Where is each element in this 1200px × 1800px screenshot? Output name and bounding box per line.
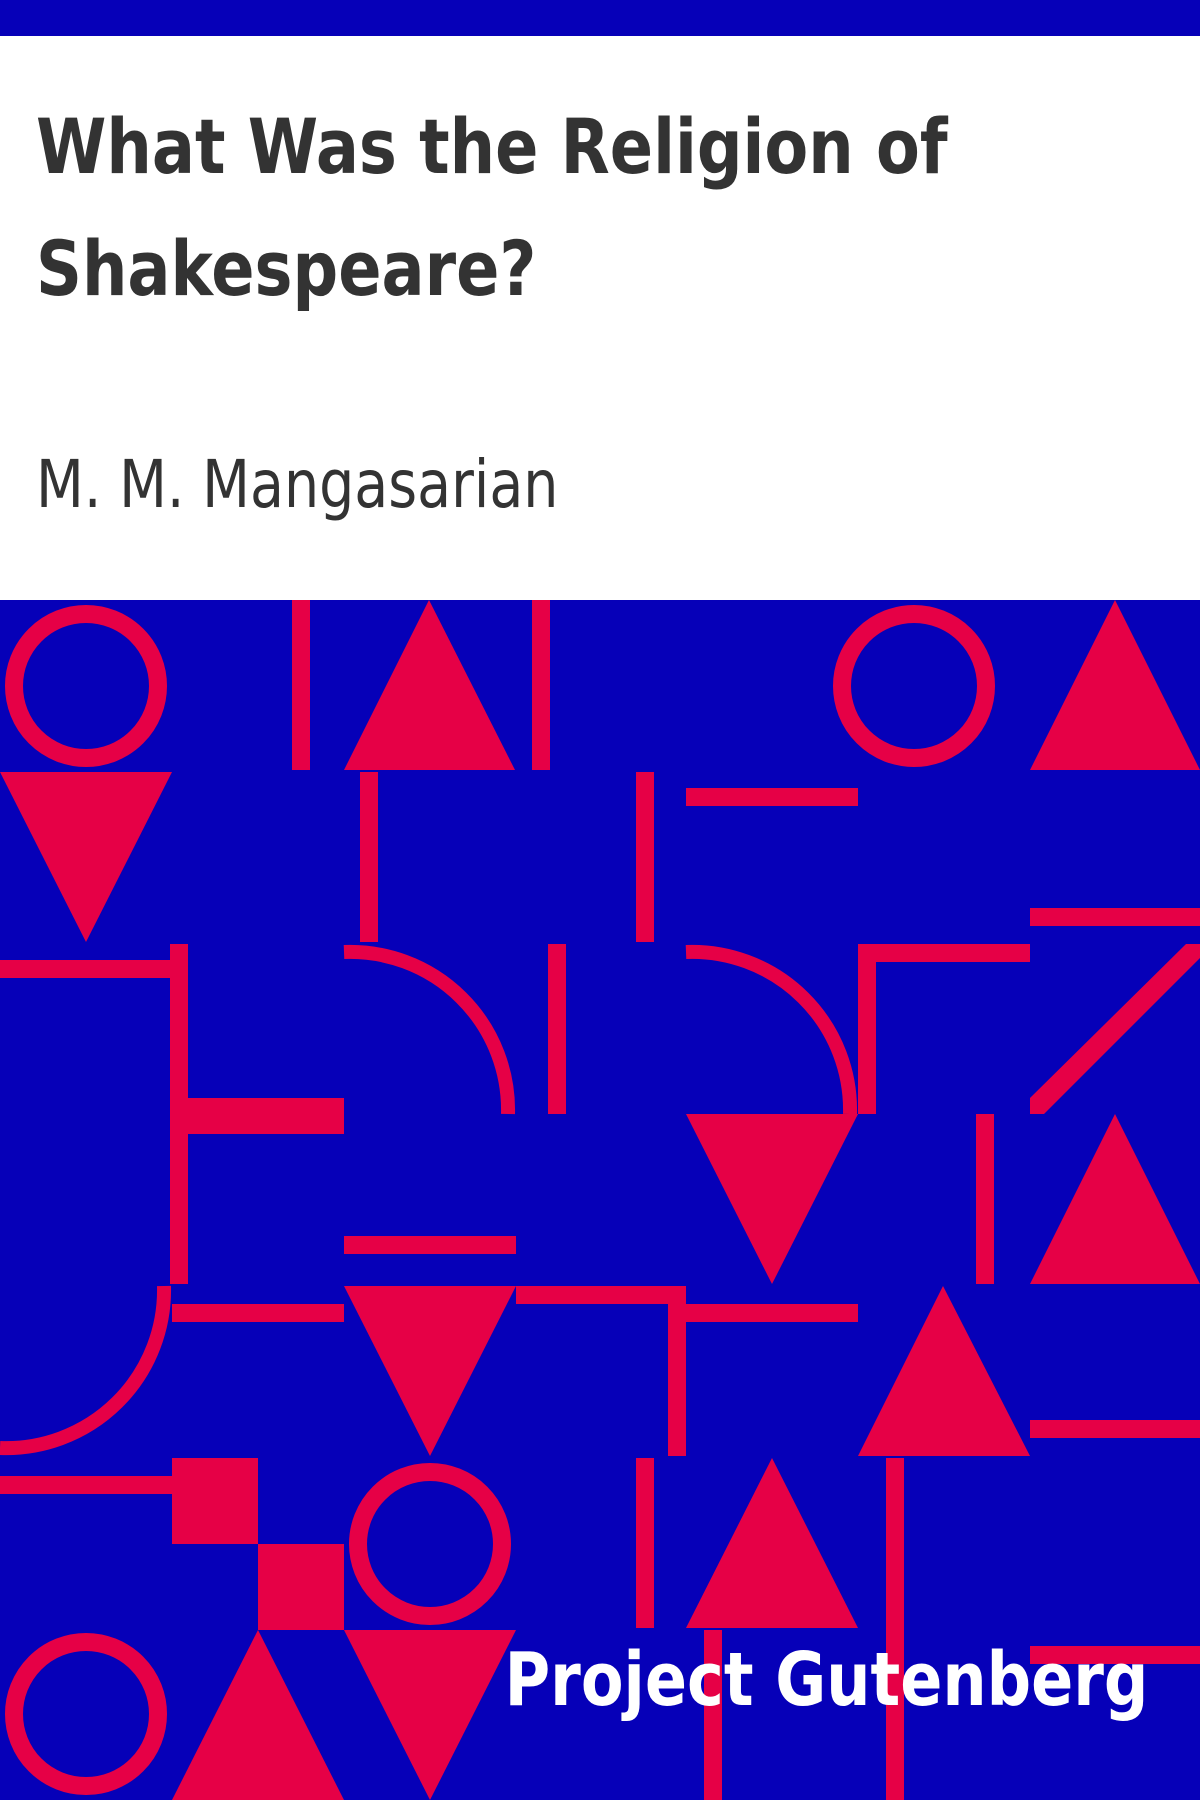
- bar-shape: [170, 944, 188, 1284]
- bar-shape: [516, 1286, 686, 1304]
- top-color-band: [0, 0, 1200, 36]
- title-block: What Was the Religion of Shakespeare?: [36, 86, 1136, 330]
- bar-shape: [188, 1098, 344, 1134]
- publisher-name: Project Gutenberg: [504, 1637, 1148, 1723]
- book-author: M. M. Mangasarian: [36, 446, 559, 523]
- bar-shape: [976, 1114, 994, 1284]
- bar-shape: [0, 1476, 172, 1494]
- bar-shape: [548, 944, 566, 1114]
- bar-shape: [668, 1286, 686, 1456]
- bar-shape: [886, 1458, 904, 1800]
- bar-shape: [636, 772, 654, 942]
- bar-shape: [1030, 1420, 1200, 1438]
- bar-shape: [636, 1458, 654, 1628]
- bar-shape: [344, 1236, 516, 1254]
- bar-shape: [0, 960, 172, 978]
- bar-shape: [858, 944, 876, 1114]
- bar-shape: [1030, 908, 1200, 926]
- bar-shape: [858, 944, 1030, 962]
- bar-shape: [292, 600, 310, 770]
- bar-shape: [172, 1304, 344, 1322]
- square-shape: [172, 1458, 258, 1544]
- bar-shape: [360, 772, 378, 942]
- bar-shape: [686, 1304, 858, 1322]
- geometric-pattern: [0, 600, 1200, 1800]
- book-cover: What Was the Religion of Shakespeare? M.…: [0, 0, 1200, 1800]
- bar-shape: [532, 600, 550, 770]
- bar-shape: [686, 788, 858, 806]
- square-shape: [258, 1544, 344, 1630]
- book-title: What Was the Religion of Shakespeare?: [36, 102, 948, 313]
